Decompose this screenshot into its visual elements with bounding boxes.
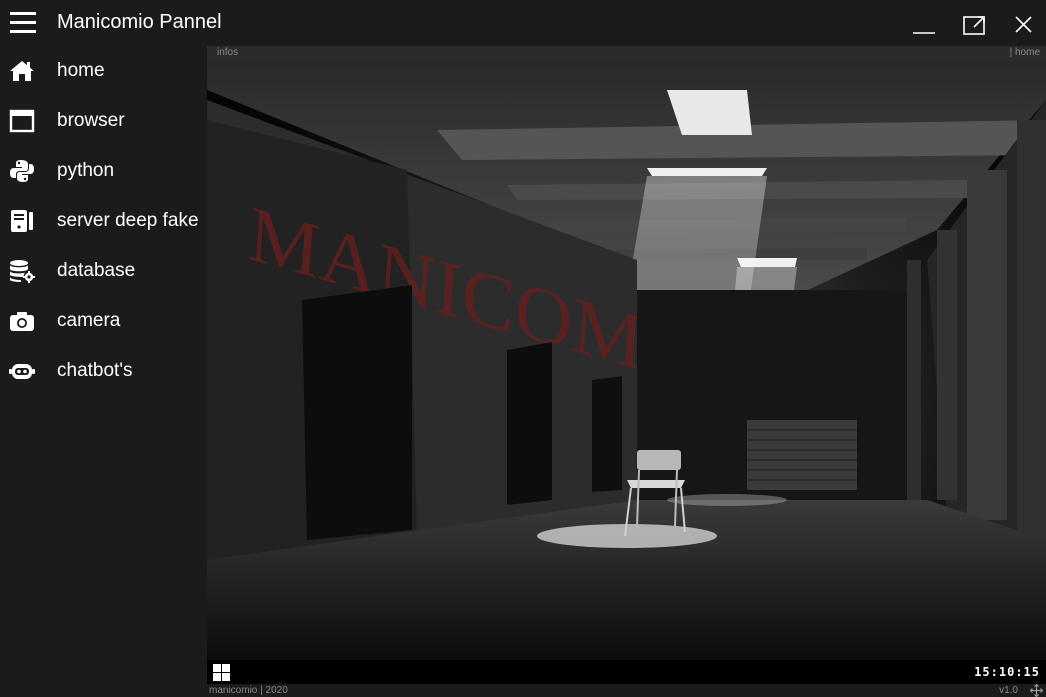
- sidebar-item-label: chatbot's: [57, 360, 133, 381]
- app-window: Manicomio Pannel home browser python ser…: [0, 0, 1046, 697]
- footer-copyright: manicomio | 2020: [209, 685, 288, 696]
- sidebar-item-python[interactable]: python: [0, 147, 207, 197]
- browser-window-icon: [9, 109, 35, 133]
- maximize-icon: [963, 16, 985, 35]
- sidebar-item-label: home: [57, 60, 105, 81]
- sidebar-item-label: server deep fake: [57, 210, 199, 231]
- info-label: infos: [217, 47, 239, 58]
- minimize-icon: [913, 32, 935, 34]
- app-title: Manicomio Pannel: [57, 11, 222, 33]
- move-arrows-icon[interactable]: [1030, 684, 1043, 697]
- sidebar-item-label: browser: [57, 110, 125, 131]
- sidebar-item-camera[interactable]: camera: [0, 297, 207, 347]
- clock: 15:10:15: [974, 665, 1040, 679]
- hamburger-icon[interactable]: [10, 12, 36, 34]
- minimize-button[interactable]: [899, 0, 949, 46]
- info-bar: infos | home: [207, 46, 1046, 60]
- windows-logo-icon[interactable]: [213, 664, 230, 681]
- sidebar-item-chatbots[interactable]: chatbot's: [0, 347, 207, 397]
- close-button[interactable]: [998, 0, 1046, 46]
- server-icon: [11, 210, 33, 232]
- version-label: v1.0: [999, 685, 1018, 696]
- sidebar-item-database[interactable]: database: [0, 247, 207, 297]
- robot-icon: [9, 364, 35, 379]
- maximize-button[interactable]: [949, 0, 999, 46]
- background-image: MANICOMIO: [207, 60, 1046, 660]
- home-icon: [10, 61, 34, 81]
- content-panel: infos | home MANICOMIO 15:10:15 manicomi…: [207, 46, 1046, 697]
- sidebar-item-label: python: [57, 160, 115, 181]
- sidebar-item-browser[interactable]: browser: [0, 97, 207, 147]
- sidebar-item-home[interactable]: home: [0, 47, 207, 97]
- sidebar-item-label: camera: [57, 310, 121, 331]
- footer-bar: manicomio | 2020 v1.0: [207, 684, 1046, 697]
- sidebar-item-server-deep-fake[interactable]: server deep fake: [0, 197, 207, 247]
- python-icon: [10, 160, 34, 182]
- title-bar: Manicomio Pannel: [0, 0, 1046, 46]
- abandoned-hallway-image: MANICOMIO: [207, 60, 1046, 660]
- database-gear-icon: [10, 260, 35, 283]
- camera-icon: [10, 312, 34, 331]
- taskbar: 15:10:15: [207, 660, 1046, 684]
- close-icon: [1015, 16, 1032, 33]
- sidebar: home browser python server deep fake dat…: [0, 46, 207, 697]
- breadcrumb: | home: [1009, 47, 1040, 58]
- sidebar-item-label: database: [57, 260, 136, 281]
